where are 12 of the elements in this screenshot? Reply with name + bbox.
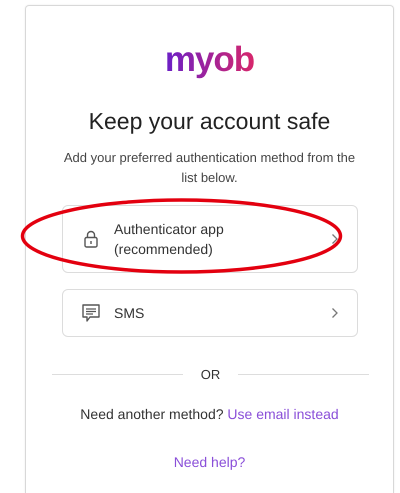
page-heading: Keep your account safe	[88, 107, 332, 135]
message-icon	[81, 303, 101, 323]
lock-icon	[84, 230, 98, 248]
divider-label: OR	[200, 367, 220, 382]
method-button[interactable]: Authenticator app (recommended)	[62, 205, 358, 273]
help-link[interactable]: Need help?	[174, 454, 246, 470]
email-link[interactable]: Use email instead	[227, 406, 339, 422]
alternative-prompt: Need another method?	[80, 406, 224, 422]
chevron-right-icon	[331, 307, 339, 319]
method-button[interactable]: SMS	[62, 289, 358, 337]
chevron-right-icon	[331, 233, 339, 245]
instruction-text: Add your preferred authentication method from the list below.	[62, 149, 356, 187]
